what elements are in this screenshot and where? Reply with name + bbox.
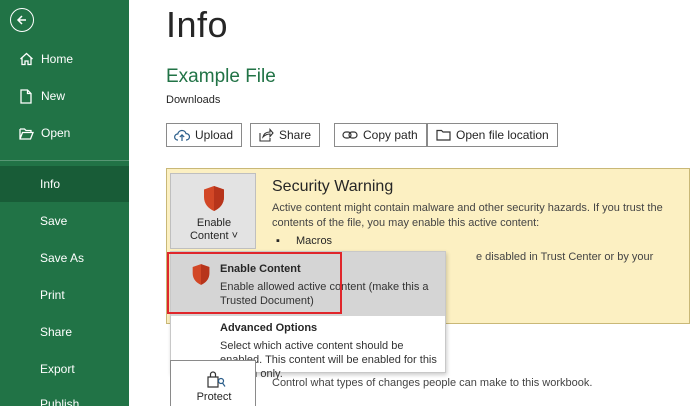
nav-home[interactable]: Home [0, 41, 129, 77]
nav-new[interactable]: New [0, 78, 129, 114]
backstage-sidebar: Home New Open Info Save Save As Print Sh… [0, 0, 129, 406]
folder-icon [435, 128, 451, 142]
nav-publish-label: Publish [40, 397, 80, 406]
link-icon [342, 128, 358, 142]
new-file-icon [18, 88, 34, 104]
protect-label: Protect [196, 391, 232, 403]
nav-open-label: Open [41, 126, 71, 140]
security-warning-title: Security Warning [272, 178, 394, 195]
shield-warning-icon [204, 186, 224, 211]
copy-path-label: Copy path [363, 128, 418, 142]
nav-publish[interactable]: Publish [0, 386, 129, 406]
nav-export[interactable]: Export [0, 351, 129, 387]
folder-open-icon [18, 125, 34, 141]
share-button[interactable]: Share [250, 123, 321, 147]
share-label: Share [279, 128, 312, 142]
upload-icon [174, 128, 190, 142]
nav-save-as-label: Save As [40, 251, 85, 265]
nav-info-label: Info [40, 177, 61, 191]
nav-print-label: Print [40, 288, 65, 302]
sidebar-divider [0, 160, 129, 161]
lock-key-icon [207, 371, 226, 388]
security-warning-text: Active content might contain malware and… [272, 202, 663, 229]
share-icon [258, 128, 274, 142]
file-location: Downloads [166, 94, 221, 106]
enable-content-label-line1: Enable [196, 217, 232, 229]
upload-label: Upload [195, 128, 234, 142]
nav-home-label: Home [41, 52, 74, 66]
nav-save[interactable]: Save [0, 203, 129, 239]
protect-workbook-button[interactable]: Protect [170, 360, 256, 406]
protect-description: Control what types of changes people can… [272, 377, 593, 389]
file-name: Example File [166, 66, 276, 87]
nav-export-label: Export [40, 362, 75, 376]
highlight-box [167, 252, 342, 314]
nav-open[interactable]: Open [0, 115, 129, 151]
macros-item: Macros [296, 235, 333, 247]
arrow-left-icon [16, 15, 26, 25]
nav-new-label: New [41, 89, 66, 103]
page-title: Info [166, 4, 229, 45]
nav-share[interactable]: Share [0, 314, 129, 350]
open-file-location-label: Open file location [456, 128, 549, 142]
home-icon [18, 51, 34, 67]
security-warning-text-more: e disabled in Trust Center or by your [476, 251, 654, 263]
copy-path-button[interactable]: Copy path [334, 123, 427, 147]
nav-save-label: Save [40, 214, 68, 228]
nav-print[interactable]: Print [0, 277, 129, 313]
bullet-icon: ▪ [276, 235, 280, 247]
enable-content-label-line2: Content ˅ [189, 230, 238, 242]
nav-info[interactable]: Info [0, 166, 129, 202]
nav-share-label: Share [40, 325, 73, 339]
upload-button[interactable]: Upload [166, 123, 243, 147]
enable-content-button[interactable]: Enable Content ˅ [170, 173, 256, 249]
open-file-location-button[interactable]: Open file location [427, 123, 558, 147]
nav-save-as[interactable]: Save As [0, 240, 129, 276]
menu-item-title: Advanced Options [220, 322, 318, 334]
back-button[interactable] [10, 8, 34, 32]
